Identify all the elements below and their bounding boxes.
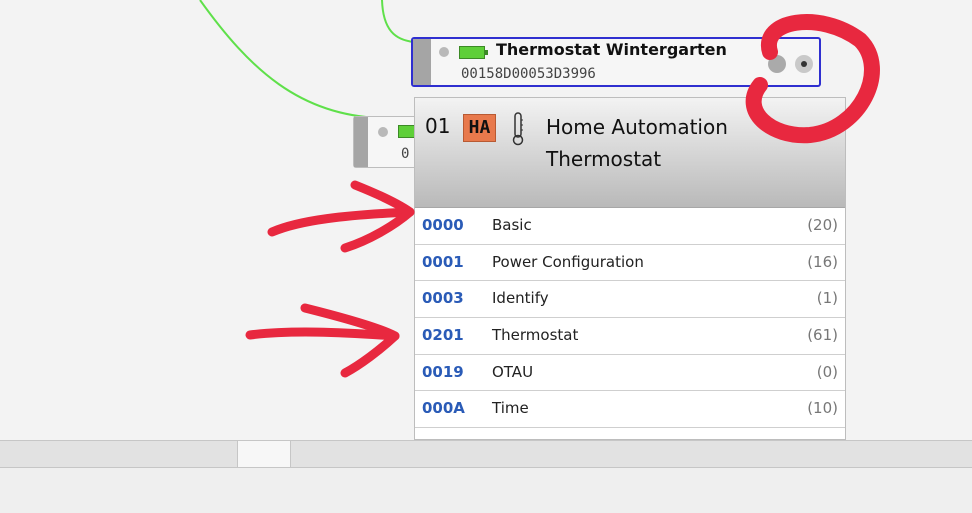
- device-node-selected[interactable]: Thermostat Wintergarten 00158D00053D3996: [411, 37, 821, 87]
- cluster-name: Basic: [492, 216, 532, 234]
- cluster-attribute-count: (10): [807, 399, 838, 418]
- node-canvas[interactable]: 0 Thermostat Wintergarten 00158D00053D39…: [0, 0, 972, 440]
- scrollbar-thumb[interactable]: [237, 441, 291, 467]
- cluster-row[interactable]: 0003 Identify (1): [415, 281, 845, 319]
- node-status-dot-icon: [439, 47, 449, 57]
- cluster-name: Time: [492, 399, 529, 418]
- node-action-button-icon[interactable]: [768, 55, 786, 73]
- cluster-attribute-count: (20): [807, 216, 838, 234]
- cluster-row[interactable]: 0019 OTAU (0): [415, 355, 845, 392]
- cluster-attribute-count: (16): [807, 252, 838, 271]
- thermometer-icon: [512, 112, 524, 146]
- link-line: [199, 0, 381, 119]
- cluster-attribute-count: (1): [816, 289, 838, 308]
- device-node[interactable]: 0: [353, 116, 427, 168]
- cluster-name: OTAU: [492, 362, 534, 381]
- node-title: Thermostat Wintergarten: [496, 40, 727, 59]
- horizontal-scrollbar[interactable]: [0, 440, 972, 468]
- node-status-dot-icon: [378, 127, 388, 137]
- cluster-id: 0201: [422, 326, 464, 345]
- node-mac: 00158D00053D3996: [461, 66, 596, 82]
- cluster-id: 0001: [422, 252, 464, 271]
- status-bar: [0, 468, 972, 513]
- cluster-id: 000A: [422, 399, 465, 418]
- cluster-name: Thermostat: [492, 326, 579, 345]
- node-grip[interactable]: [354, 117, 368, 167]
- cluster-attribute-count: (0): [816, 362, 838, 381]
- profile-name: Home Automation Thermostat: [546, 115, 728, 171]
- battery-icon: [459, 46, 488, 59]
- cluster-id: 0000: [422, 216, 464, 234]
- cluster-row[interactable]: 0201 Thermostat (61): [415, 318, 845, 355]
- cluster-row[interactable]: 0001 Power Configuration (16): [415, 245, 845, 282]
- endpoint-header[interactable]: 01 HA Home Automation Thermostat: [415, 98, 845, 208]
- node-mac: 0: [401, 146, 410, 162]
- cluster-row[interactable]: 000A Time (10): [415, 391, 845, 429]
- endpoint-panel: 01 HA Home Automation Thermostat 0000 Ba…: [414, 97, 846, 440]
- cluster-id: 0003: [422, 289, 464, 308]
- profile-badge: HA: [463, 114, 496, 142]
- cluster-id: 0019: [422, 362, 464, 381]
- cluster-name: Power Configuration: [492, 252, 644, 271]
- cluster-list: 0000 Basic (20) 0001 Power Configuration…: [415, 208, 845, 429]
- node-grip[interactable]: [413, 39, 431, 85]
- cluster-attribute-count: (61): [807, 326, 838, 345]
- link-line: [381, 0, 415, 43]
- endpoint-number: 01: [425, 114, 451, 138]
- cluster-name: Identify: [492, 289, 549, 308]
- node-endpoint-toggle-button[interactable]: [795, 55, 813, 73]
- cluster-row[interactable]: 0000 Basic (20): [415, 208, 845, 245]
